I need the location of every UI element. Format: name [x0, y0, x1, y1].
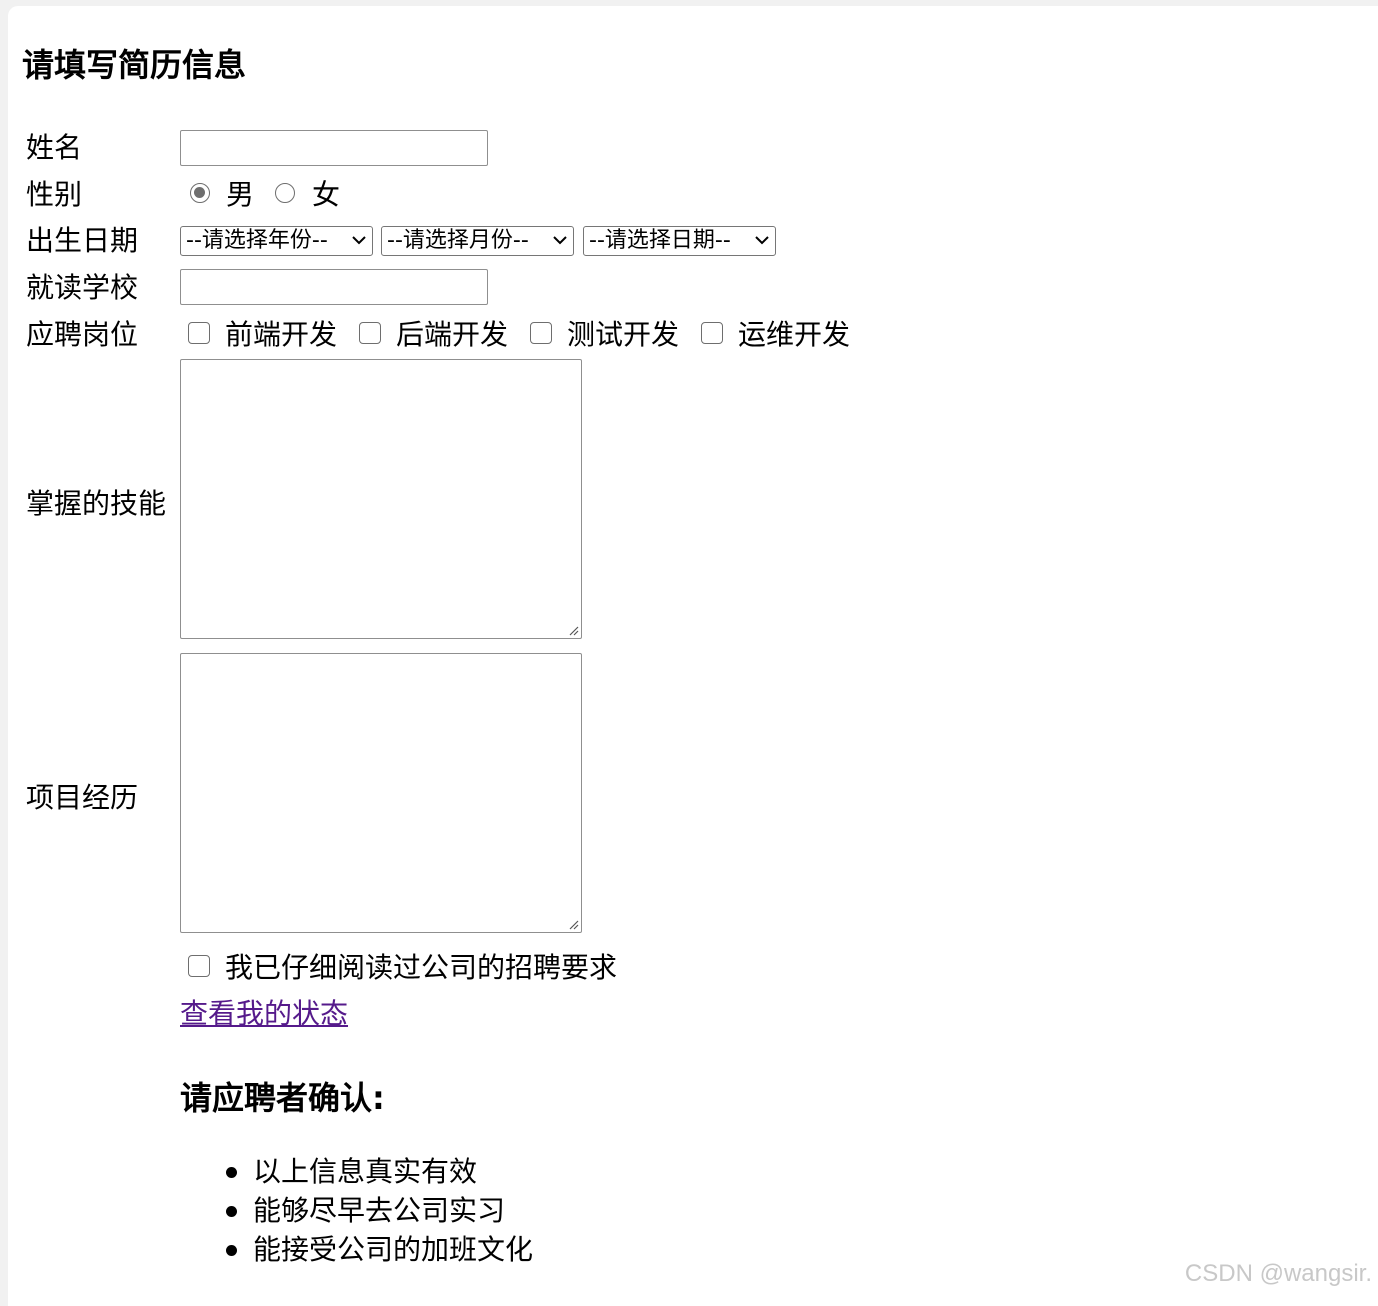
bullet-icon — [226, 1167, 237, 1178]
list-item-text: 能够尽早去公司实习 — [253, 1194, 505, 1227]
name-input[interactable] — [180, 130, 488, 166]
chevron-down-icon — [553, 235, 567, 245]
birthdate-label: 出生日期 — [26, 223, 138, 259]
position-ops-label: 运维开发 — [738, 317, 850, 353]
confirm-list: 以上信息真实有效 能够尽早去公司实习 能接受公司的加班文化 — [180, 1152, 533, 1269]
gender-male-label: 男 — [226, 177, 254, 213]
bullet-icon — [226, 1245, 237, 1256]
position-testing-checkbox[interactable] — [530, 322, 552, 344]
year-select-value: --请选择年份-- — [186, 228, 328, 253]
status-link[interactable]: 查看我的状态 — [180, 996, 348, 1032]
gender-female-label: 女 — [312, 177, 340, 213]
bullet-icon — [226, 1206, 237, 1217]
chevron-down-icon — [352, 235, 366, 245]
list-item-text: 能接受公司的加班文化 — [253, 1233, 533, 1266]
list-item: 能接受公司的加班文化 — [180, 1230, 533, 1269]
month-select-value: --请选择月份-- — [387, 228, 529, 253]
gender-label: 性别 — [26, 177, 82, 213]
day-select[interactable]: --请选择日期-- — [583, 226, 776, 256]
position-label: 应聘岗位 — [26, 317, 138, 353]
day-select-value: --请选择日期-- — [589, 228, 731, 253]
projects-label: 项目经历 — [26, 780, 138, 816]
position-frontend-checkbox[interactable] — [188, 322, 210, 344]
resize-grip-icon[interactable] — [567, 624, 579, 636]
projects-textarea[interactable] — [180, 653, 582, 933]
position-testing-label: 测试开发 — [567, 317, 679, 353]
gender-female-radio[interactable] — [275, 183, 295, 203]
page-title: 请填写简历信息 — [22, 42, 246, 88]
list-item-text: 以上信息真实有效 — [253, 1155, 477, 1188]
agree-label: 我已仔细阅读过公司的招聘要求 — [225, 950, 617, 986]
school-label: 就读学校 — [26, 270, 138, 306]
watermark: CSDN @wangsir. — [1185, 1260, 1372, 1288]
list-item: 能够尽早去公司实习 — [180, 1191, 533, 1230]
skills-label: 掌握的技能 — [26, 486, 166, 522]
list-item: 以上信息真实有效 — [180, 1152, 533, 1191]
confirm-title: 请应聘者确认: — [180, 1076, 385, 1120]
year-select[interactable]: --请选择年份-- — [180, 226, 373, 256]
position-frontend-label: 前端开发 — [225, 317, 337, 353]
position-backend-label: 后端开发 — [396, 317, 508, 353]
agree-checkbox[interactable] — [188, 955, 210, 977]
position-backend-checkbox[interactable] — [359, 322, 381, 344]
gender-male-radio[interactable] — [190, 183, 210, 203]
position-ops-checkbox[interactable] — [701, 322, 723, 344]
month-select[interactable]: --请选择月份-- — [381, 226, 574, 256]
name-label: 姓名 — [26, 130, 82, 166]
school-input[interactable] — [180, 269, 488, 305]
resize-grip-icon[interactable] — [567, 918, 579, 930]
skills-textarea[interactable] — [180, 359, 582, 639]
chevron-down-icon — [755, 235, 769, 245]
